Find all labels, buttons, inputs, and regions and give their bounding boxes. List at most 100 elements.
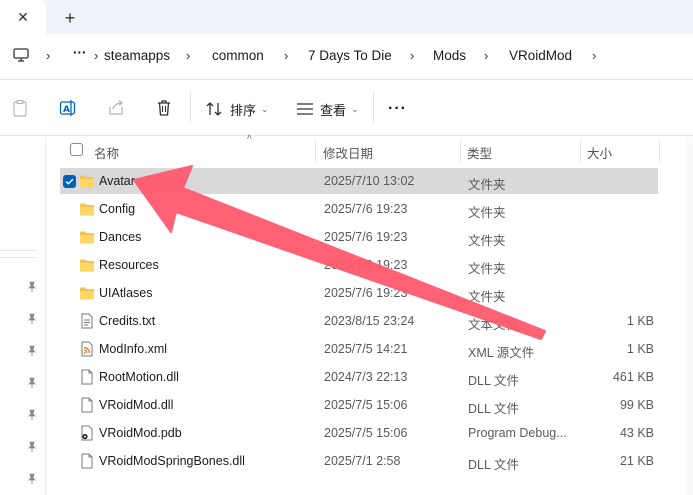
folder-icon [79, 229, 95, 245]
breadcrumb-separator: › [186, 48, 191, 63]
file-row[interactable]: Config 2025/7/6 19:23 文件夹 [60, 196, 658, 222]
file-row[interactable]: VRoidMod.pdb 2025/7/5 15:06 Program Debug.… [60, 420, 658, 446]
file-date-modified: 2025/7/6 19:23 [324, 258, 408, 272]
row-checkbox[interactable] [63, 175, 76, 188]
column-resizer[interactable] [580, 140, 581, 163]
file-row[interactable]: RootMotion.dll 2024/7/3 22:13 DLL 文件 461 KB [60, 364, 658, 390]
breadcrumb-item-7-days-to-die[interactable]: 7 Days To Die [308, 48, 392, 63]
nav-divider [0, 257, 36, 258]
file-name: Credits.txt [99, 314, 156, 328]
this-pc-icon[interactable] [13, 48, 29, 62]
view-button-label: 查看 [320, 102, 347, 118]
breadcrumb-separator: › [284, 48, 289, 63]
sort-ascending-icon: ^ [247, 134, 252, 145]
delete-icon[interactable] [155, 99, 173, 117]
pin-icon[interactable] [26, 377, 38, 389]
file-row[interactable]: Dances 2025/7/6 19:23 文件夹 [60, 224, 658, 250]
file-date-modified: 2025/7/6 19:23 [324, 286, 408, 300]
share-icon[interactable] [107, 99, 125, 117]
view-icon [297, 103, 313, 115]
file-name: Resources [99, 258, 159, 272]
scrollbar-track[interactable] [686, 137, 693, 495]
file-size: 21 KB [619, 454, 654, 468]
file-size: 461 KB [612, 370, 654, 384]
new-tab-button[interactable]: + [58, 6, 82, 30]
pin-icon[interactable] [26, 345, 38, 357]
pin-icon[interactable] [26, 473, 38, 485]
breadcrumb-item-vroidmod[interactable]: VRoidMod [509, 48, 572, 63]
file-name: VRoidMod.pdb [99, 426, 182, 440]
paste-icon[interactable] [11, 99, 29, 117]
file-type: XML 源文件 [468, 346, 535, 360]
file-type: 文件夹 [468, 206, 506, 220]
file-size: 1 KB [626, 314, 654, 328]
address-bar[interactable]: › ··· › steamapps › common › 7 Days To D… [0, 34, 693, 80]
file-type: DLL 文件 [468, 458, 519, 472]
file-size: 43 KB [619, 426, 654, 440]
sort-button[interactable]: 排序 ⌄ [206, 98, 269, 120]
file-type: 文件夹 [468, 178, 506, 192]
pin-icon[interactable] [26, 441, 38, 453]
breadcrumb-expand-button[interactable]: › [592, 48, 596, 63]
breadcrumb-separator: › [410, 48, 415, 63]
file-row[interactable]: Resources 2025/7/6 19:23 文件夹 [60, 252, 658, 278]
column-header-size[interactable]: 大小 [587, 143, 612, 162]
file-date-modified: 2023/8/15 23:24 [324, 314, 415, 328]
breadcrumb-item-common[interactable]: common [212, 48, 264, 63]
file-name: UIAtlases [99, 286, 153, 300]
file-name: VRoidMod.dll [99, 398, 174, 412]
active-tab[interactable]: ✕ [0, 0, 46, 34]
pin-icon[interactable] [26, 313, 38, 325]
toolbar-divider [190, 92, 191, 122]
rename-icon[interactable]: A [59, 99, 77, 117]
folder-icon [79, 173, 95, 189]
breadcrumb-item-mods[interactable]: Mods [433, 48, 466, 63]
select-all-checkbox[interactable] [70, 143, 83, 156]
breadcrumb-separator: › [46, 48, 51, 63]
file-date-modified: 2024/7/3 22:13 [324, 370, 408, 384]
close-tab-icon[interactable]: ✕ [17, 9, 29, 26]
column-header-type[interactable]: 类型 [467, 143, 492, 162]
more-options-button[interactable]: ··· [388, 100, 407, 118]
pin-icon[interactable] [26, 409, 38, 421]
breadcrumb-separator: › [484, 48, 489, 63]
file-type: 文件夹 [468, 290, 506, 304]
pdb-file-icon [79, 425, 95, 441]
column-resizer[interactable] [315, 140, 316, 163]
file-date-modified: 2025/7/5 14:21 [324, 342, 408, 356]
file-type: Program Debug... [468, 426, 567, 440]
file-name: ModInfo.xml [99, 342, 168, 356]
nav-divider [0, 250, 36, 251]
column-header-date[interactable]: 修改日期 [323, 143, 373, 162]
file-size: 1 KB [626, 342, 654, 356]
file-date-modified: 2025/7/6 19:23 [324, 230, 408, 244]
file-date-modified: 2025/7/5 15:06 [324, 398, 408, 412]
view-button[interactable]: 查看 ⌄ [296, 98, 359, 120]
file-row[interactable]: ModInfo.xml 2025/7/5 14:21 XML 源文件 1 KB [60, 336, 658, 362]
breadcrumb-separator: › [94, 48, 99, 63]
column-header-name[interactable]: 名称 [94, 143, 119, 162]
column-resizer[interactable] [460, 140, 461, 163]
file-type: 文件夹 [468, 234, 506, 248]
file-row[interactable]: VRoidModSpringBones.dll 2025/7/1 2:58 DLL … [60, 448, 658, 474]
column-resizer[interactable] [659, 140, 660, 163]
breadcrumb-item-steamapps[interactable]: steamapps [104, 48, 170, 63]
sort-button-label: 排序 [230, 102, 257, 118]
file-row[interactable]: Credits.txt 2023/8/15 23:24 文本文档 1 KB [60, 308, 658, 334]
sort-icon [206, 102, 222, 116]
file-size: 99 KB [619, 398, 654, 412]
breadcrumb-overflow-button[interactable]: ··· [73, 45, 87, 60]
file-row[interactable]: VRoidMod.dll 2025/7/5 15:06 DLL 文件 99 KB [60, 392, 658, 418]
xml-file-icon [79, 341, 95, 357]
folder-icon [79, 285, 95, 301]
file-row[interactable]: Avatar 2025/7/10 13:02 文件夹 [60, 168, 658, 194]
folder-icon [79, 257, 95, 273]
chevron-down-icon: ⌄ [351, 103, 359, 114]
file-row[interactable]: UIAtlases 2025/7/6 19:23 文件夹 [60, 280, 658, 306]
file-name: Avatar [99, 174, 135, 188]
file-date-modified: 2025/7/10 13:02 [324, 174, 415, 188]
command-bar: A 排序 ⌄ 查看 ⌄ ··· [0, 80, 693, 136]
file-name: Dances [99, 230, 142, 244]
pin-icon[interactable] [26, 281, 38, 293]
file-type: 文本文档 [468, 318, 519, 332]
